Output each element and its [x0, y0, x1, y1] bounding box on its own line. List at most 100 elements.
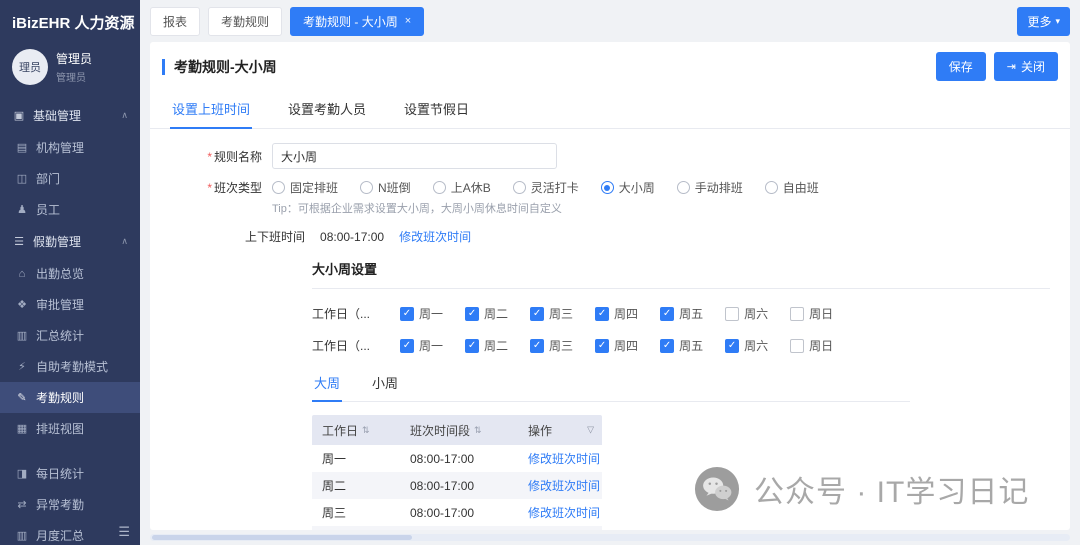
table-row: 周四08:00-17:00修改班次时间	[312, 526, 602, 530]
day-label: 周日	[809, 305, 833, 322]
window-tab-label: 报表	[163, 13, 187, 30]
rule-name-label-text: 规则名称	[214, 150, 262, 164]
schedule-table: 工作日⇅班次时间段⇅操作▽ 周一08:00-17:00修改班次时间周二08:00…	[312, 415, 602, 530]
shift-type-row: *班次类型 固定排班N班倒上A休B灵活打卡大小周手动排班自由班	[170, 179, 1050, 196]
save-button[interactable]: 保存	[936, 52, 986, 81]
sidebar-item[interactable]: ▤机构管理	[0, 132, 140, 163]
filter-icon[interactable]: ▽	[587, 425, 594, 436]
required-mark: *	[207, 150, 212, 164]
day-checkbox-option[interactable]: ✓周二	[465, 337, 508, 354]
rule-name-input[interactable]	[272, 143, 557, 169]
day-checkbox-option[interactable]: ✓周五	[660, 337, 703, 354]
sort-icon[interactable]: ⇅	[474, 425, 482, 436]
sidebar-item[interactable]: ◨每日统计	[0, 458, 140, 489]
cell-shift-time: 08:00-17:00	[402, 479, 512, 493]
column-header: 班次时间段⇅	[402, 422, 512, 439]
summary-stats-icon: ▥	[15, 329, 29, 342]
user-name: 管理员	[56, 50, 92, 67]
week-size-tab[interactable]: 大周	[312, 369, 342, 402]
day-checkbox-option[interactable]: ✓周二	[465, 305, 508, 322]
close-tab-icon[interactable]: ×	[405, 15, 411, 27]
sort-icon[interactable]: ⇅	[362, 425, 370, 436]
window-tab[interactable]: 报表	[150, 7, 200, 36]
day-checkbox-option[interactable]: ✓周一	[400, 305, 443, 322]
id-card-icon: ▣	[12, 109, 26, 122]
sidebar-item[interactable]: ⌂出勤总览	[0, 258, 140, 289]
day-checkbox-option[interactable]: 周六	[725, 305, 768, 322]
sidebar-group-header[interactable]: ☰假勤管理∧	[0, 225, 140, 258]
day-checkbox-option[interactable]: ✓周三	[530, 337, 573, 354]
shift-type-option[interactable]: 固定排班	[272, 179, 338, 196]
day-checkbox-option[interactable]: ✓周四	[595, 337, 638, 354]
sidebar-item[interactable]: ▥汇总统计	[0, 320, 140, 351]
sidebar-item[interactable]: ◫部门	[0, 163, 140, 194]
rule-name-row: *规则名称	[170, 143, 1050, 169]
close-button[interactable]: ⇥ 关闭	[994, 52, 1058, 81]
checkbox-icon: ✓	[595, 339, 609, 353]
workday-row-label: 工作日（...	[312, 337, 378, 354]
sidebar-item[interactable]: ⇄异常考勤	[0, 489, 140, 520]
week-section: 大小周设置 工作日（...✓周一✓周二✓周三✓周四✓周五周六周日工作日（...✓…	[312, 259, 1050, 530]
day-checkbox-option[interactable]: ✓周六	[725, 337, 768, 354]
radio-label: 自由班	[783, 179, 819, 196]
day-checkbox-option[interactable]: ✓周五	[660, 305, 703, 322]
sidebar-item[interactable]: ▦排班视图	[0, 413, 140, 444]
checkbox-icon: ✓	[400, 307, 414, 321]
week-size-tab[interactable]: 小周	[370, 369, 400, 401]
sidebar-group-header[interactable]: ▣基础管理∧	[0, 99, 140, 132]
radio-label: 手动排班	[695, 179, 743, 196]
sidebar-collapse-button[interactable]: ☰	[118, 524, 130, 540]
table-row: 周三08:00-17:00修改班次时间	[312, 499, 602, 526]
sidebar-item[interactable]: ♟员工	[0, 194, 140, 225]
window-tab[interactable]: 考勤规则	[208, 7, 282, 36]
day-checkbox-option[interactable]: ✓周四	[595, 305, 638, 322]
radio-icon	[601, 181, 614, 194]
page-tab[interactable]: 设置上班时间	[170, 91, 252, 129]
shift-type-option[interactable]: 手动排班	[677, 179, 743, 196]
modify-shift-link[interactable]: 修改班次时间	[399, 228, 471, 245]
cell-workday: 周一	[312, 450, 402, 467]
radio-icon	[513, 181, 526, 194]
day-checkbox-option[interactable]: 周日	[790, 305, 833, 322]
radio-label: 上A休B	[451, 179, 491, 196]
shift-type-option[interactable]: 灵活打卡	[513, 179, 579, 196]
modify-shift-link[interactable]: 修改班次时间	[528, 504, 600, 521]
sidebar-group-label: 基础管理	[33, 107, 81, 124]
radio-label: 固定排班	[290, 179, 338, 196]
worktime-label: 上下班时间	[245, 228, 305, 245]
sidebar-item-label: 月度汇总	[36, 527, 84, 544]
column-header: 工作日⇅	[312, 422, 402, 439]
shift-type-option[interactable]: N班倒	[360, 179, 411, 196]
day-checkbox-option[interactable]: ✓周一	[400, 337, 443, 354]
radio-icon	[433, 181, 446, 194]
scrollbar-thumb[interactable]	[152, 535, 412, 540]
shift-type-option[interactable]: 上A休B	[433, 179, 491, 196]
horizontal-scrollbar[interactable]	[150, 534, 1070, 541]
modify-shift-link[interactable]: 修改班次时间	[528, 450, 600, 467]
shift-type-option[interactable]: 自由班	[765, 179, 819, 196]
checkbox-icon	[790, 307, 804, 321]
sidebar-item[interactable]: ❖审批管理	[0, 289, 140, 320]
shift-type-label-text: 班次类型	[214, 181, 262, 195]
page-tab[interactable]: 设置节假日	[402, 91, 471, 128]
radio-icon	[272, 181, 285, 194]
day-checkbox-option[interactable]: 周日	[790, 337, 833, 354]
bar-chart-icon: ▥	[15, 529, 29, 542]
collapse-icon: ☰	[118, 524, 130, 539]
day-checkbox-option[interactable]: ✓周三	[530, 305, 573, 322]
modify-shift-link[interactable]: 修改班次时间	[528, 477, 600, 494]
more-button[interactable]: 更多 ▾	[1017, 7, 1070, 36]
page-tab[interactable]: 设置考勤人员	[286, 91, 368, 128]
worktime-value: 08:00-17:00	[320, 230, 384, 244]
day-label: 周五	[679, 305, 703, 322]
sidebar-item[interactable]: ⚡自助考勤模式	[0, 351, 140, 382]
week-subtabs: 大周小周	[312, 369, 910, 402]
window-tab[interactable]: 考勤规则 - 大小周×	[290, 7, 424, 36]
checkbox-icon: ✓	[660, 339, 674, 353]
chevron-up-icon: ∧	[121, 236, 128, 247]
sidebar-item[interactable]: ✎考勤规则	[0, 382, 140, 413]
shift-type-option[interactable]: 大小周	[601, 179, 655, 196]
sidebar-item-label: 异常考勤	[36, 496, 84, 513]
sidebar-item-label: 机构管理	[36, 139, 84, 156]
workday-row: 工作日（...✓周一✓周二✓周三✓周四✓周五周六周日	[312, 305, 1050, 322]
